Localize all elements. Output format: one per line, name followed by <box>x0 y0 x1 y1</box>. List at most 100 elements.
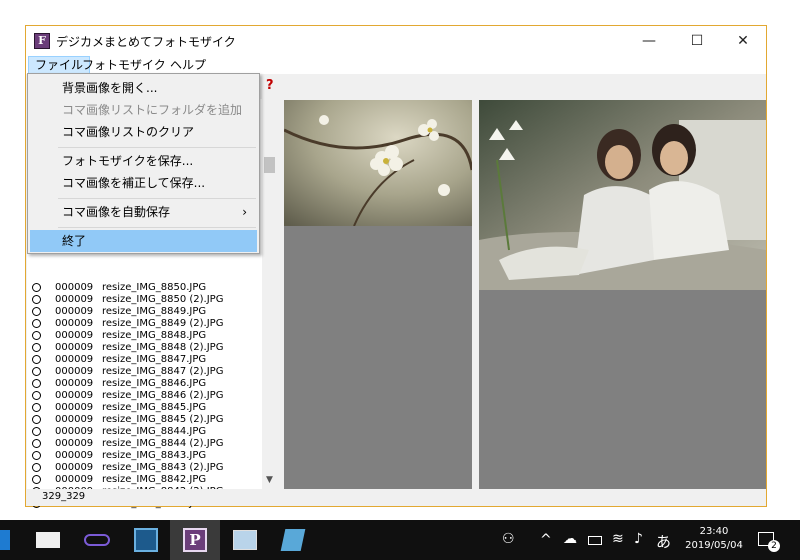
onedrive-cloud-icon[interactable]: ☁ <box>563 531 577 547</box>
status-circle-icon <box>32 379 41 388</box>
ime-mode-indicator[interactable]: あ <box>656 531 671 552</box>
status-circle-icon <box>32 331 41 340</box>
title-bar[interactable]: F デジカメまとめてフォトモザイク — ☐ ✕ <box>26 26 766 56</box>
list-item-number: 000009 <box>55 294 94 305</box>
list-item-filename: resize_IMG_8842.JPG <box>102 474 207 485</box>
status-bar: 329_329 <box>26 489 766 506</box>
file-menu-dropdown: 背景画像を開く... コマ画像リストにフォルダを追加 コマ画像リストのクリア フ… <box>27 73 260 254</box>
wifi-icon[interactable]: ≋ <box>612 531 624 547</box>
clock-date: 2019/05/04 <box>685 540 743 551</box>
notification-count-badge: 2 <box>768 540 780 552</box>
list-item-filename: resize_IMG_8848 (2).JPG <box>102 342 224 353</box>
list-item-number: 000009 <box>55 366 94 377</box>
status-circle-icon <box>32 319 41 328</box>
photomosaic-app-icon: P <box>183 528 207 552</box>
list-item-filename: resize_IMG_8845.JPG <box>102 402 207 413</box>
people-icon[interactable]: ⚇ <box>502 531 515 547</box>
status-circle-icon <box>32 367 41 376</box>
window-title: デジカメまとめてフォトモザイク <box>56 35 236 49</box>
menu-separator <box>58 198 256 199</box>
scrollbar-thumb[interactable] <box>264 157 275 173</box>
list-item-number: 000009 <box>55 390 94 401</box>
status-circle-icon <box>32 475 41 484</box>
list-item-number: 000009 <box>55 474 94 485</box>
status-circle-icon <box>32 295 41 304</box>
mail-icon[interactable] <box>36 532 60 548</box>
scroll-down-arrow-icon[interactable]: ▼ <box>262 475 277 489</box>
list-item-filename: resize_IMG_8846 (2).JPG <box>102 390 224 401</box>
list-item-number: 000009 <box>55 426 94 437</box>
menu-item-save-mosaic[interactable]: フォトモザイクを保存... <box>30 150 257 172</box>
background-canvas-area <box>284 226 472 489</box>
status-circle-icon <box>32 355 41 364</box>
status-text: 329_329 <box>42 491 86 502</box>
list-item-number: 000009 <box>55 318 94 329</box>
clock[interactable]: 23:40 2019/05/04 <box>684 525 744 553</box>
help-icon[interactable]: ? <box>266 78 274 93</box>
status-circle-icon <box>32 427 41 436</box>
menu-item-save-corrected[interactable]: コマ画像を補正して保存... <box>30 172 257 194</box>
list-item-number: 000009 <box>55 330 94 341</box>
notepad-app-icon[interactable] <box>280 529 306 551</box>
status-circle-icon <box>32 415 41 424</box>
menu-item-auto-save-label: コマ画像を自動保存 <box>62 205 171 219</box>
list-item-filename: resize_IMG_8844.JPG <box>102 426 207 437</box>
menu-item-add-folder: コマ画像リストにフォルダを追加 <box>62 103 243 117</box>
status-circle-icon <box>32 391 41 400</box>
menu-item-open-background[interactable]: 背景画像を開く... <box>30 77 257 99</box>
status-circle-icon <box>32 439 41 448</box>
list-item-number: 000009 <box>55 450 94 461</box>
list-item-filename: resize_IMG_8847.JPG <box>102 354 207 365</box>
submenu-arrow-icon: › <box>242 205 247 219</box>
status-circle-icon <box>32 307 41 316</box>
mosaic-canvas-area <box>479 290 766 489</box>
menu-item-auto-save[interactable]: コマ画像を自動保存 › <box>30 201 257 223</box>
list-item-number: 000009 <box>55 378 94 389</box>
store-app-icon[interactable] <box>134 528 158 552</box>
list-item-filename: resize_IMG_8843.JPG <box>102 450 207 461</box>
background-image-preview <box>284 100 472 226</box>
close-button[interactable]: ✕ <box>720 26 766 56</box>
menu-item-exit[interactable]: 終了 <box>30 230 257 252</box>
menu-item-clear-list[interactable]: コマ画像リストのクリア <box>30 121 257 143</box>
maximize-button[interactable]: ☐ <box>674 26 720 56</box>
list-item-number: 000009 <box>55 438 94 449</box>
list-item-number: 000009 <box>55 414 94 425</box>
list-item-number: 000009 <box>55 306 94 317</box>
volume-icon[interactable]: ♪ <box>634 531 643 547</box>
menu-separator <box>58 147 256 148</box>
clock-time: 23:40 <box>699 526 729 537</box>
menu-help[interactable]: ヘルプ <box>164 56 212 74</box>
list-item-filename: resize_IMG_8843 (2).JPG <box>102 462 224 473</box>
show-hidden-icons-chevron[interactable]: ^ <box>540 532 552 548</box>
list-item-filename: resize_IMG_8849 (2).JPG <box>102 318 224 329</box>
taskbar: P ⚇ ^ ☁ ≋ ♪ あ 23:40 2019/05/04 2 <box>0 520 800 560</box>
list-scrollbar[interactable]: ▼ <box>262 99 277 489</box>
edge-icon[interactable] <box>0 530 10 550</box>
app-icon[interactable]: F <box>34 33 50 49</box>
list-item-filename: resize_IMG_8844 (2).JPG <box>102 438 224 449</box>
menu-bar: ファイル フォトモザイク ヘルプ <box>26 56 766 74</box>
photomosaic-preview <box>479 100 766 290</box>
list-item-number: 000009 <box>55 342 94 353</box>
status-circle-icon <box>32 403 41 412</box>
list-item-filename: resize_IMG_8849.JPG <box>102 306 207 317</box>
minimize-button[interactable]: — <box>626 26 672 56</box>
list-item-filename: resize_IMG_8848.JPG <box>102 330 207 341</box>
image-viewer-icon[interactable] <box>233 530 257 550</box>
list-item-filename: resize_IMG_8845 (2).JPG <box>102 414 224 425</box>
menu-separator <box>58 227 256 228</box>
list-item-number: 000009 <box>55 354 94 365</box>
list-item-filename: resize_IMG_8850.JPG <box>102 282 207 293</box>
list-item-filename: resize_IMG_8846.JPG <box>102 378 207 389</box>
menu-photomosaic[interactable]: フォトモザイク <box>76 56 172 74</box>
status-circle-icon <box>32 463 41 472</box>
list-item-filename: resize_IMG_8847 (2).JPG <box>102 366 224 377</box>
battery-icon[interactable] <box>588 536 602 545</box>
list-item-filename: resize_IMG_8850 (2).JPG <box>102 294 224 305</box>
status-circle-icon <box>32 451 41 460</box>
list-item-number: 000009 <box>55 402 94 413</box>
list-item-number: 000009 <box>55 462 94 473</box>
status-circle-icon <box>32 343 41 352</box>
link-app-icon[interactable] <box>84 534 110 546</box>
